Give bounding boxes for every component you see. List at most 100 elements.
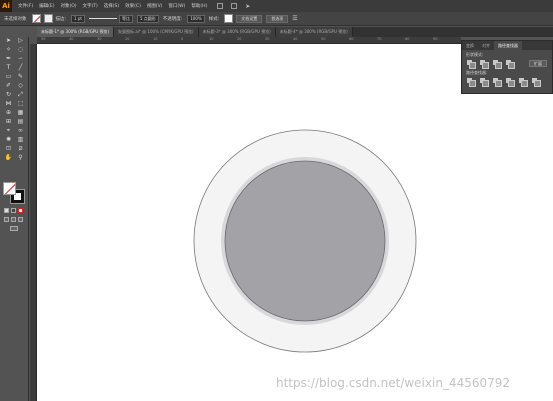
- draw-behind-icon[interactable]: [11, 217, 16, 222]
- hand-tool-icon[interactable]: ✋: [3, 154, 14, 162]
- artboard-tool-icon[interactable]: ⊡: [3, 145, 14, 153]
- menu-object[interactable]: 对象(O): [60, 3, 76, 9]
- none-icon[interactable]: [18, 208, 23, 213]
- screen-mode-row: [10, 226, 18, 231]
- graph-tool-icon[interactable]: ▥: [15, 136, 26, 144]
- mesh-tool-icon[interactable]: ⊞: [3, 118, 14, 126]
- perspective-grid-tool-icon[interactable]: ▦: [15, 109, 26, 117]
- type-tool-icon[interactable]: T: [3, 64, 14, 72]
- document-tabs: 未标题-1* @ 300% (RGB/GPU 预览) 矢量图标.ai* @ 10…: [37, 27, 553, 37]
- menu-edit[interactable]: 编辑(E): [39, 3, 54, 9]
- color-mode-row: [4, 208, 23, 213]
- stroke-profile-select[interactable]: 等比: [118, 14, 133, 23]
- opacity-label: 不透明度:: [162, 16, 183, 22]
- eyedropper-tool-icon[interactable]: ⌖: [3, 127, 14, 135]
- brush-select[interactable]: 5 点圆形: [136, 14, 159, 23]
- menu-effect[interactable]: 效果(C): [125, 3, 141, 9]
- tab-document-4[interactable]: 未标题-4* @ 300% (RGB/GPU 预览): [275, 27, 353, 37]
- stroke-swatch[interactable]: [43, 14, 53, 23]
- merge-icon[interactable]: [493, 78, 502, 87]
- tab-document-1[interactable]: 未标题-1* @ 300% (RGB/GPU 预览): [37, 27, 115, 37]
- draw-normal-icon[interactable]: [4, 217, 9, 222]
- style-label: 样式:: [208, 16, 220, 22]
- color-icon[interactable]: [4, 208, 9, 213]
- eraser-tool-icon[interactable]: ◇: [15, 82, 26, 90]
- tab-align[interactable]: 对齐: [478, 41, 494, 50]
- minus-back-icon[interactable]: [532, 78, 541, 87]
- preferences-button[interactable]: 首选项: [266, 14, 289, 23]
- control-bar: 未选择对象 描边: 1 pt 等比 5 点圆形 不透明度: 100% 样式: 文…: [0, 12, 553, 26]
- expand-button[interactable]: 扩展: [529, 60, 547, 67]
- gradient-tool-icon[interactable]: ▤: [15, 118, 26, 126]
- menu-view[interactable]: 视图(V): [147, 3, 163, 9]
- menu-window[interactable]: 窗口(W): [168, 3, 185, 9]
- stroke-line-preview: [88, 18, 117, 19]
- pathfinder-panel: 变换 对齐 路径查找器 形状模式: 扩展 路径查找器:: [461, 40, 553, 94]
- exclude-icon[interactable]: [506, 60, 515, 69]
- intersect-icon[interactable]: [493, 60, 502, 69]
- tab-document-2[interactable]: 矢量图标.ai* @ 100% (CMYK/GPU 预览): [114, 27, 199, 37]
- symbol-sprayer-tool-icon[interactable]: ✺: [3, 136, 14, 144]
- slice-tool-icon[interactable]: ⧄: [15, 145, 26, 153]
- stroke-label: 描边:: [55, 16, 67, 22]
- menu-type[interactable]: 文字(T): [83, 3, 98, 9]
- horizontal-ruler: 50 40 30 20 10 0 10 20 30 40 50 60 70 80…: [37, 37, 461, 44]
- ruler-tick-label: 60: [349, 37, 354, 41]
- line-tool-icon[interactable]: ╱: [15, 64, 26, 72]
- magic-wand-tool-icon[interactable]: ✧: [3, 46, 14, 54]
- selection-tool-icon[interactable]: ➤: [3, 37, 14, 45]
- divide-icon[interactable]: [467, 78, 476, 87]
- fill-stroke-widget[interactable]: [3, 182, 25, 204]
- ruler-tick-label: 30: [97, 37, 102, 41]
- minus-front-icon[interactable]: [480, 60, 489, 69]
- selection-status: 未选择对象: [4, 16, 27, 22]
- blend-tool-icon[interactable]: ∞: [15, 127, 26, 135]
- trim-icon[interactable]: [480, 78, 489, 87]
- tab-transform[interactable]: 变换: [462, 41, 478, 50]
- pen-tool-icon[interactable]: ✒: [3, 55, 14, 63]
- rectangle-tool-icon[interactable]: ▭: [3, 73, 14, 81]
- vertical-ruler: [30, 44, 37, 401]
- fill-color-icon[interactable]: [3, 182, 16, 195]
- inner-circle[interactable]: [224, 160, 386, 322]
- menu-help[interactable]: 帮助(H): [191, 3, 207, 9]
- paintbrush-tool-icon[interactable]: ✎: [15, 73, 26, 81]
- arrange-documents-icon[interactable]: [231, 3, 238, 9]
- pencil-tool-icon[interactable]: ✐: [3, 82, 14, 90]
- free-transform-tool-icon[interactable]: ⬚: [15, 100, 26, 108]
- menu-select[interactable]: 选择(S): [104, 3, 119, 9]
- send-arrow-icon[interactable]: ➤: [245, 3, 250, 10]
- draw-mode-row: [4, 217, 23, 222]
- direct-selection-tool-icon[interactable]: ▷: [15, 37, 26, 45]
- rotate-tool-icon[interactable]: ↻: [3, 91, 14, 99]
- width-tool-icon[interactable]: ⋈: [3, 100, 14, 108]
- draw-inside-icon[interactable]: [18, 217, 23, 222]
- fill-swatch[interactable]: [31, 14, 41, 23]
- style-swatch[interactable]: [224, 14, 234, 23]
- artboard-canvas[interactable]: https://blog.csdn.net/weixin_44560792: [37, 44, 553, 401]
- tab-document-3[interactable]: 未标题-3* @ 300% (RGB/GPU 预览): [198, 27, 276, 37]
- outline-icon[interactable]: [519, 78, 528, 87]
- lasso-tool-icon[interactable]: ◌: [15, 46, 26, 54]
- crop-icon[interactable]: [506, 78, 515, 87]
- ruler-tick-label: 70: [377, 37, 382, 41]
- screen-mode-icon[interactable]: [10, 226, 18, 231]
- unite-icon[interactable]: [467, 60, 476, 69]
- zoom-tool-icon[interactable]: ⚲: [15, 154, 26, 162]
- panel-tabs: 变换 对齐 路径查找器: [462, 41, 552, 50]
- curvature-tool-icon[interactable]: ∽: [15, 55, 26, 63]
- gradient-icon[interactable]: [11, 208, 16, 213]
- tab-pathfinder[interactable]: 路径查找器: [494, 41, 522, 50]
- ruler-tick-label: 50: [41, 37, 46, 41]
- stroke-weight-field[interactable]: 1 pt: [71, 14, 85, 23]
- document-setup-button[interactable]: 文档设置: [236, 14, 263, 23]
- arrange-icon[interactable]: ☰: [292, 15, 297, 22]
- pathfinders-row: [462, 77, 552, 87]
- bridge-icon[interactable]: [217, 3, 224, 9]
- scale-tool-icon[interactable]: ⤢: [15, 91, 26, 99]
- watermark-text: https://blog.csdn.net/weixin_44560792: [276, 376, 511, 390]
- shape-builder-tool-icon[interactable]: ⊕: [3, 109, 14, 117]
- opacity-field[interactable]: 100%: [187, 14, 205, 23]
- menu-file[interactable]: 文件(F): [18, 3, 33, 9]
- ruler-tick-label: 50: [321, 37, 326, 41]
